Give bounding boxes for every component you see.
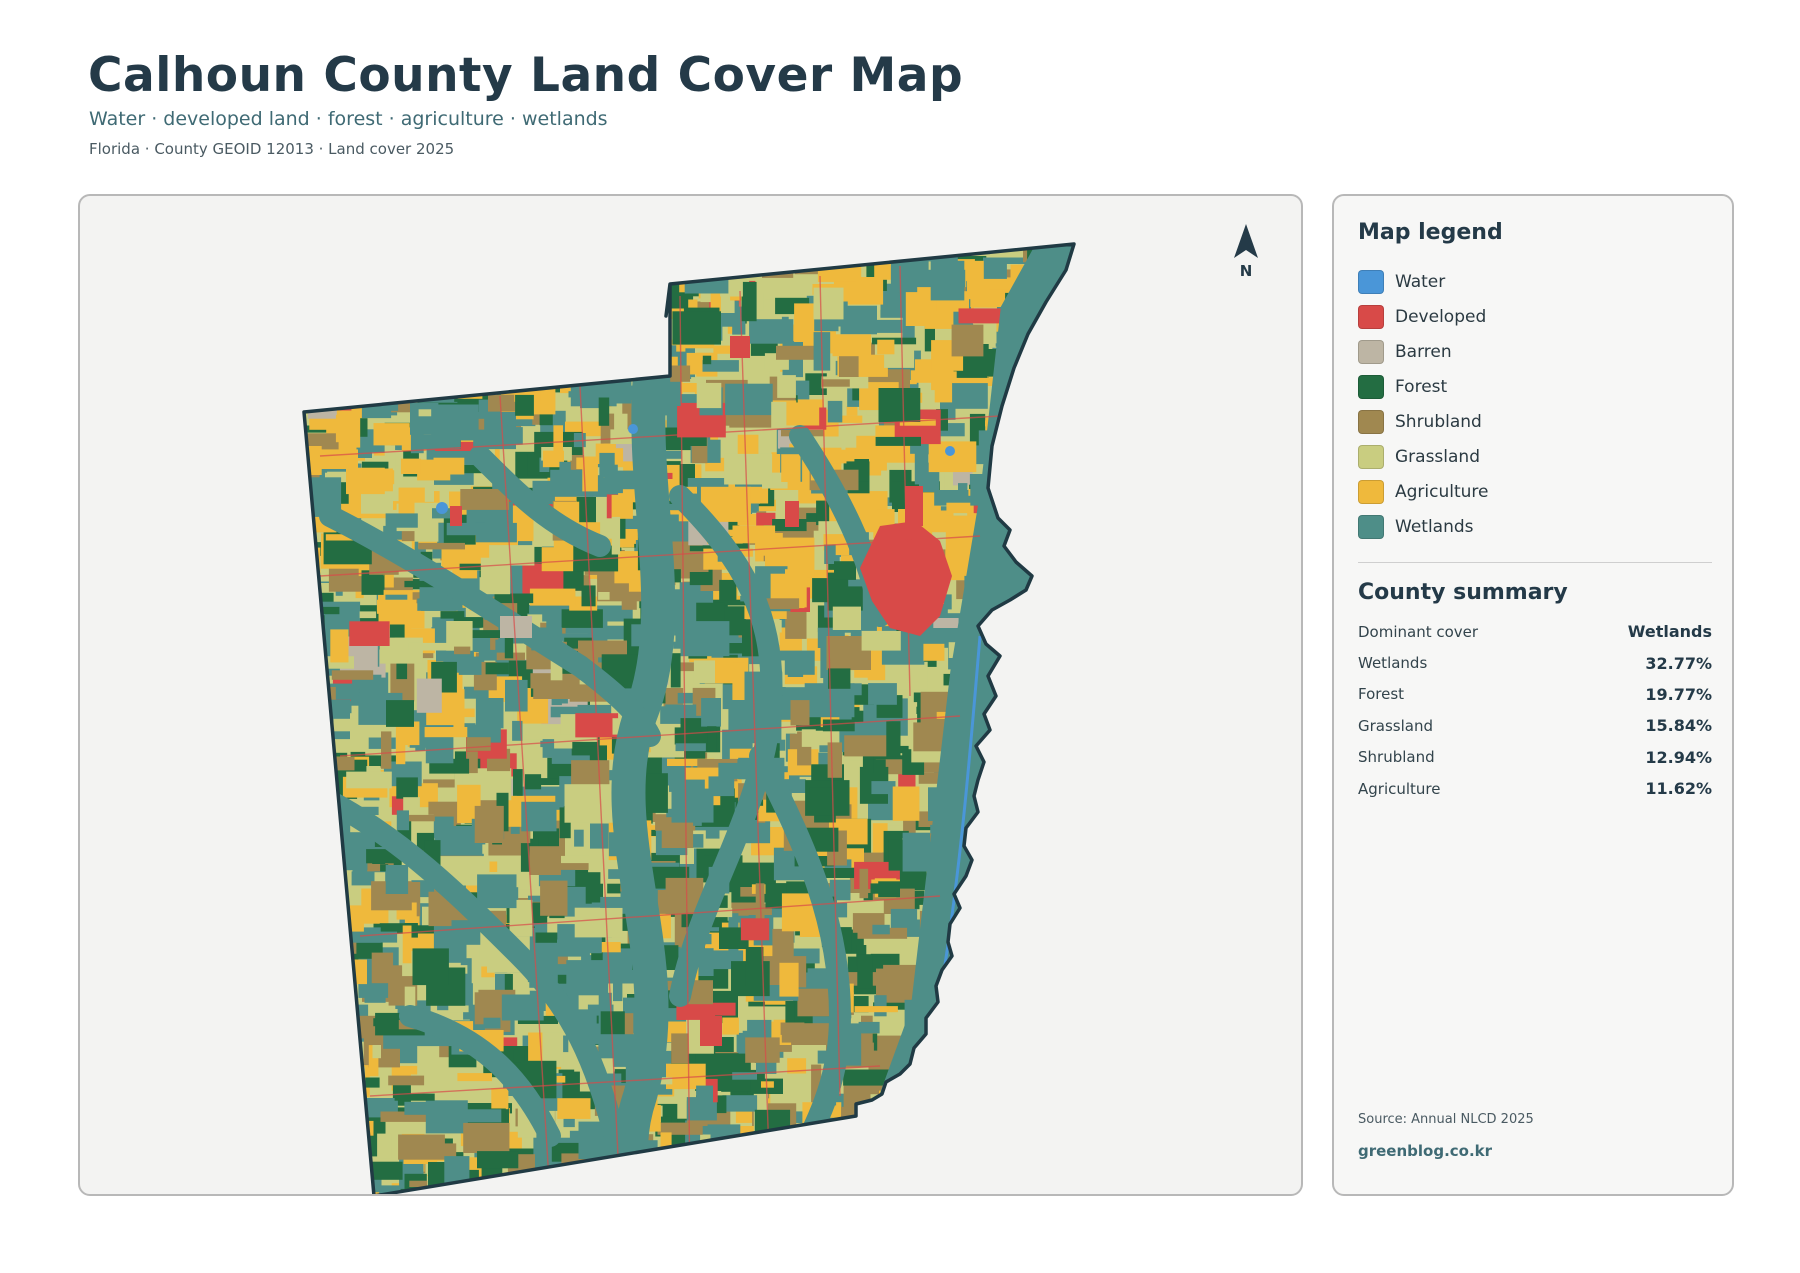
legend-panel: Map legend Water Developed Barren Forest Shr… bbox=[1332, 194, 1734, 1196]
summary-key: Grassland bbox=[1358, 716, 1433, 735]
north-label: N bbox=[1239, 262, 1253, 280]
legend-item: Shrubland bbox=[1358, 404, 1489, 439]
legend-swatch bbox=[1358, 479, 1384, 504]
north-arrow-icon bbox=[1234, 224, 1258, 258]
county-land-cover-map[interactable] bbox=[80, 196, 1303, 1196]
legend-item: Water bbox=[1358, 264, 1489, 299]
north-arrow: N bbox=[1224, 224, 1268, 288]
summary-value: 11.62% bbox=[1645, 779, 1712, 799]
page-subtitle: Water · developed land · forest · agricu… bbox=[89, 108, 608, 130]
summary-heading: County summary bbox=[1358, 580, 1568, 605]
summary-row: Dominant cover Wetlands bbox=[1358, 616, 1712, 647]
legend-swatch bbox=[1358, 514, 1384, 539]
legend-swatch bbox=[1358, 374, 1384, 399]
legend-label: Agriculture bbox=[1395, 481, 1489, 502]
legend-item: Grassland bbox=[1358, 439, 1489, 474]
summary-list: Dominant cover Wetlands Wetlands 32.77% Fore… bbox=[1358, 616, 1712, 804]
legend-item: Developed bbox=[1358, 299, 1489, 334]
summary-row: Wetlands 32.77% bbox=[1358, 647, 1712, 678]
legend-heading: Map legend bbox=[1358, 220, 1503, 245]
legend-item: Wetlands bbox=[1358, 509, 1489, 544]
legend-label: Barren bbox=[1395, 341, 1452, 362]
summary-row: Forest 19.77% bbox=[1358, 679, 1712, 710]
summary-value: 19.77% bbox=[1645, 684, 1712, 704]
summary-value: 15.84% bbox=[1645, 716, 1712, 736]
legend-swatch bbox=[1358, 304, 1384, 329]
site-link[interactable]: greenblog.co.kr bbox=[1358, 1142, 1492, 1160]
summary-row: Agriculture 11.62% bbox=[1358, 773, 1712, 804]
legend-label: Shrubland bbox=[1395, 411, 1482, 432]
summary-row: Grassland 15.84% bbox=[1358, 710, 1712, 741]
summary-key: Forest bbox=[1358, 685, 1405, 704]
legend-divider bbox=[1358, 562, 1712, 563]
legend-list: Water Developed Barren Forest Shrubland Grass… bbox=[1358, 264, 1489, 544]
summary-key: Wetlands bbox=[1358, 654, 1428, 673]
summary-key: Agriculture bbox=[1358, 779, 1441, 798]
legend-label: Developed bbox=[1395, 306, 1487, 327]
legend-swatch bbox=[1358, 444, 1384, 469]
legend-label: Wetlands bbox=[1395, 516, 1474, 537]
page-meta: Florida · County GEOID 12013 · Land cove… bbox=[89, 140, 455, 158]
legend-swatch bbox=[1358, 339, 1384, 364]
legend-item: Barren bbox=[1358, 334, 1489, 369]
legend-swatch bbox=[1358, 269, 1384, 294]
legend-label: Forest bbox=[1395, 376, 1448, 397]
page-title: Calhoun County Land Cover Map bbox=[88, 48, 964, 103]
legend-label: Grassland bbox=[1395, 446, 1480, 467]
summary-value: Wetlands bbox=[1627, 622, 1712, 642]
legend-swatch bbox=[1358, 409, 1384, 434]
source-note: Source: Annual NLCD 2025 bbox=[1358, 1112, 1534, 1127]
land-cover-raster bbox=[304, 244, 1074, 1194]
legend-item: Agriculture bbox=[1358, 474, 1489, 509]
map-panel[interactable] bbox=[78, 194, 1303, 1196]
summary-value: 12.94% bbox=[1645, 747, 1712, 767]
legend-item: Forest bbox=[1358, 369, 1489, 404]
legend-label: Water bbox=[1395, 271, 1446, 292]
summary-value: 32.77% bbox=[1645, 653, 1712, 673]
summary-key: Dominant cover bbox=[1358, 622, 1479, 641]
summary-row: Shrubland 12.94% bbox=[1358, 742, 1712, 773]
summary-key: Shrubland bbox=[1358, 748, 1435, 767]
